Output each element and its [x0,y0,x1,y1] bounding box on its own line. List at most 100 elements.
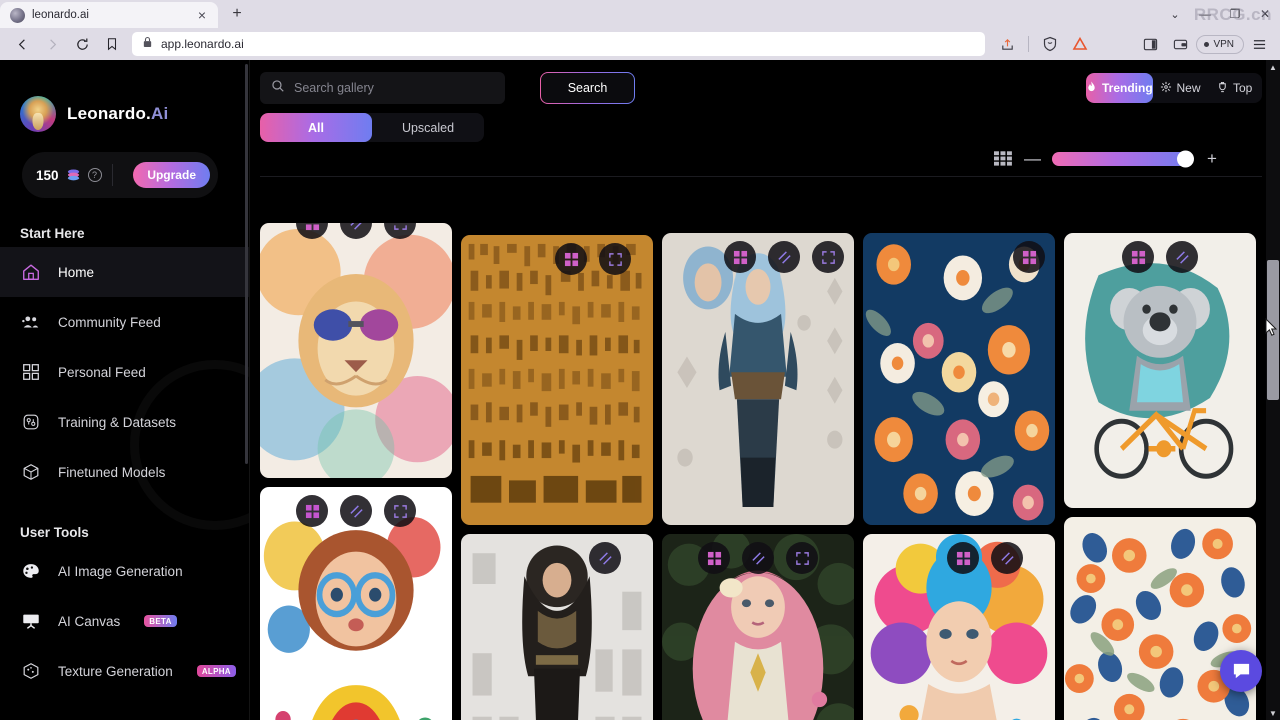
upscale-icon[interactable] [340,223,372,239]
window-close-button[interactable]: ✕ [1250,0,1280,28]
expand-icon[interactable] [786,542,818,574]
minimize-button[interactable]: — [1190,0,1220,28]
window-controls: ⌄ — ❐ ✕ [1160,0,1280,28]
zoom-in-button[interactable]: + [1204,150,1220,167]
gallery-card[interactable] [461,534,653,720]
upscale-icon[interactable] [589,542,621,574]
brave-lion-icon[interactable] [1066,31,1094,57]
tab-strip: leonardo.ai × + ⌄ — ❐ ✕ RRCG.cn [0,0,1280,28]
chevron-down-icon[interactable]: ⌄ [1160,0,1190,28]
main-content: Search Trending [250,60,1280,720]
scroll-down-button[interactable]: ▼ [1266,706,1280,720]
gallery-card[interactable] [662,233,854,525]
home-icon [20,261,42,283]
gallery-card[interactable] [1064,517,1256,720]
forward-icon [38,31,66,57]
tab-new[interactable]: New [1153,73,1208,103]
gallery-column [260,223,452,720]
close-icon[interactable]: × [194,8,210,22]
search-button[interactable]: Search [540,72,635,104]
sidebar-scrollbar[interactable] [245,64,248,464]
expand-icon[interactable] [599,243,631,275]
mouse-cursor [1265,317,1278,342]
filter-all[interactable]: All [260,113,372,142]
back-icon[interactable] [8,31,36,57]
upscale-icon[interactable] [991,542,1023,574]
sidebar-item-texture-generation[interactable]: Texture Generation ALPHA [0,646,249,696]
upscale-icon[interactable] [340,495,372,527]
gallery-card[interactable] [863,233,1055,525]
zoom-out-button[interactable]: — [1024,150,1041,167]
gallery-card[interactable] [260,223,452,478]
remix-icon[interactable] [724,241,756,273]
gallery-card[interactable] [1064,233,1256,508]
remix-icon[interactable] [296,495,328,527]
maximize-button[interactable]: ❐ [1220,0,1250,28]
filter-tabs: All Upscaled [260,113,484,142]
page-scrollbar[interactable]: ▲ ▼ [1265,60,1280,720]
card-image-navy-floral [863,233,1055,525]
gallery-column [662,223,854,720]
card-image-blue-rogue [662,233,854,525]
upscale-icon[interactable] [1166,241,1198,273]
brave-shields-icon[interactable] [1036,31,1064,57]
vpn-button[interactable]: VPN [1196,34,1244,54]
search-input[interactable] [294,81,494,95]
brand-name: Leonardo.Ai [67,104,168,124]
filter-row: All Upscaled [260,113,1262,142]
scroll-up-button[interactable]: ▲ [1266,60,1280,74]
sidebar-item-training-datasets[interactable]: Training & Datasets [0,397,249,447]
sidebar-item-personal-feed[interactable]: Personal Feed [0,347,249,397]
browser-tab[interactable]: leonardo.ai × [0,2,218,28]
gallery-card[interactable] [260,487,452,720]
sidebar-item-label: Community Feed [58,314,161,330]
zoom-slider-knob[interactable] [1177,150,1194,167]
remix-icon[interactable] [1013,241,1045,273]
upgrade-button[interactable]: Upgrade [133,162,210,188]
search-row: Search Trending [260,72,1262,104]
remix-icon[interactable] [1122,241,1154,273]
remix-icon[interactable] [698,542,730,574]
sidebar-item-ai-image-generation[interactable]: AI Image Generation [0,546,249,596]
gallery-card[interactable] [863,534,1055,720]
remix-icon[interactable] [555,243,587,275]
expand-icon[interactable] [812,241,844,273]
sidebar-item-community-feed[interactable]: Community Feed [0,297,249,347]
card-image-hieroglyphs [461,235,653,525]
gallery-card[interactable] [461,235,653,525]
sidebar-item-finetuned-models[interactable]: Finetuned Models [0,447,249,497]
credit-amount: 150 [36,167,59,183]
menu-icon[interactable] [1246,31,1272,57]
gallery-card[interactable] [662,534,854,720]
sidebar-item-home[interactable]: Home [0,247,249,297]
new-tab-button[interactable]: + [224,1,250,27]
wallet-icon[interactable] [1166,31,1194,57]
image-gallery: RRCG 人人素材 [250,217,1266,720]
upscale-icon[interactable] [768,241,800,273]
tab-top[interactable]: Top [1207,73,1262,103]
zoom-slider[interactable] [1052,150,1194,167]
share-icon[interactable] [993,31,1021,57]
reload-icon[interactable] [68,31,96,57]
help-icon[interactable]: ? [87,168,102,182]
bookmark-icon[interactable] [98,31,126,57]
tab-trending[interactable]: Trending [1086,73,1153,103]
remix-icon[interactable] [296,223,328,239]
chat-bubble-icon[interactable] [1220,650,1262,692]
sidebar-item-ai-canvas[interactable]: AI Canvas BETA [0,596,249,646]
expand-icon[interactable] [384,495,416,527]
leonardo-favicon-icon [10,7,25,23]
sidebar-item-label: Texture Generation [58,663,173,679]
remix-icon[interactable] [947,542,979,574]
upscale-icon[interactable] [742,542,774,574]
address-bar[interactable]: app.leonardo.ai [132,32,986,56]
filter-upscaled[interactable]: Upscaled [372,113,484,142]
personal-feed-icon [20,361,42,383]
brand[interactable]: Leonardo.Ai [0,60,249,132]
search-field[interactable] [260,72,505,104]
grid-view-icon[interactable] [994,151,1012,166]
expand-icon[interactable] [384,223,416,239]
card-actions [260,223,452,239]
sidebar-toggle-icon[interactable] [1136,31,1164,57]
card-actions [260,495,452,527]
